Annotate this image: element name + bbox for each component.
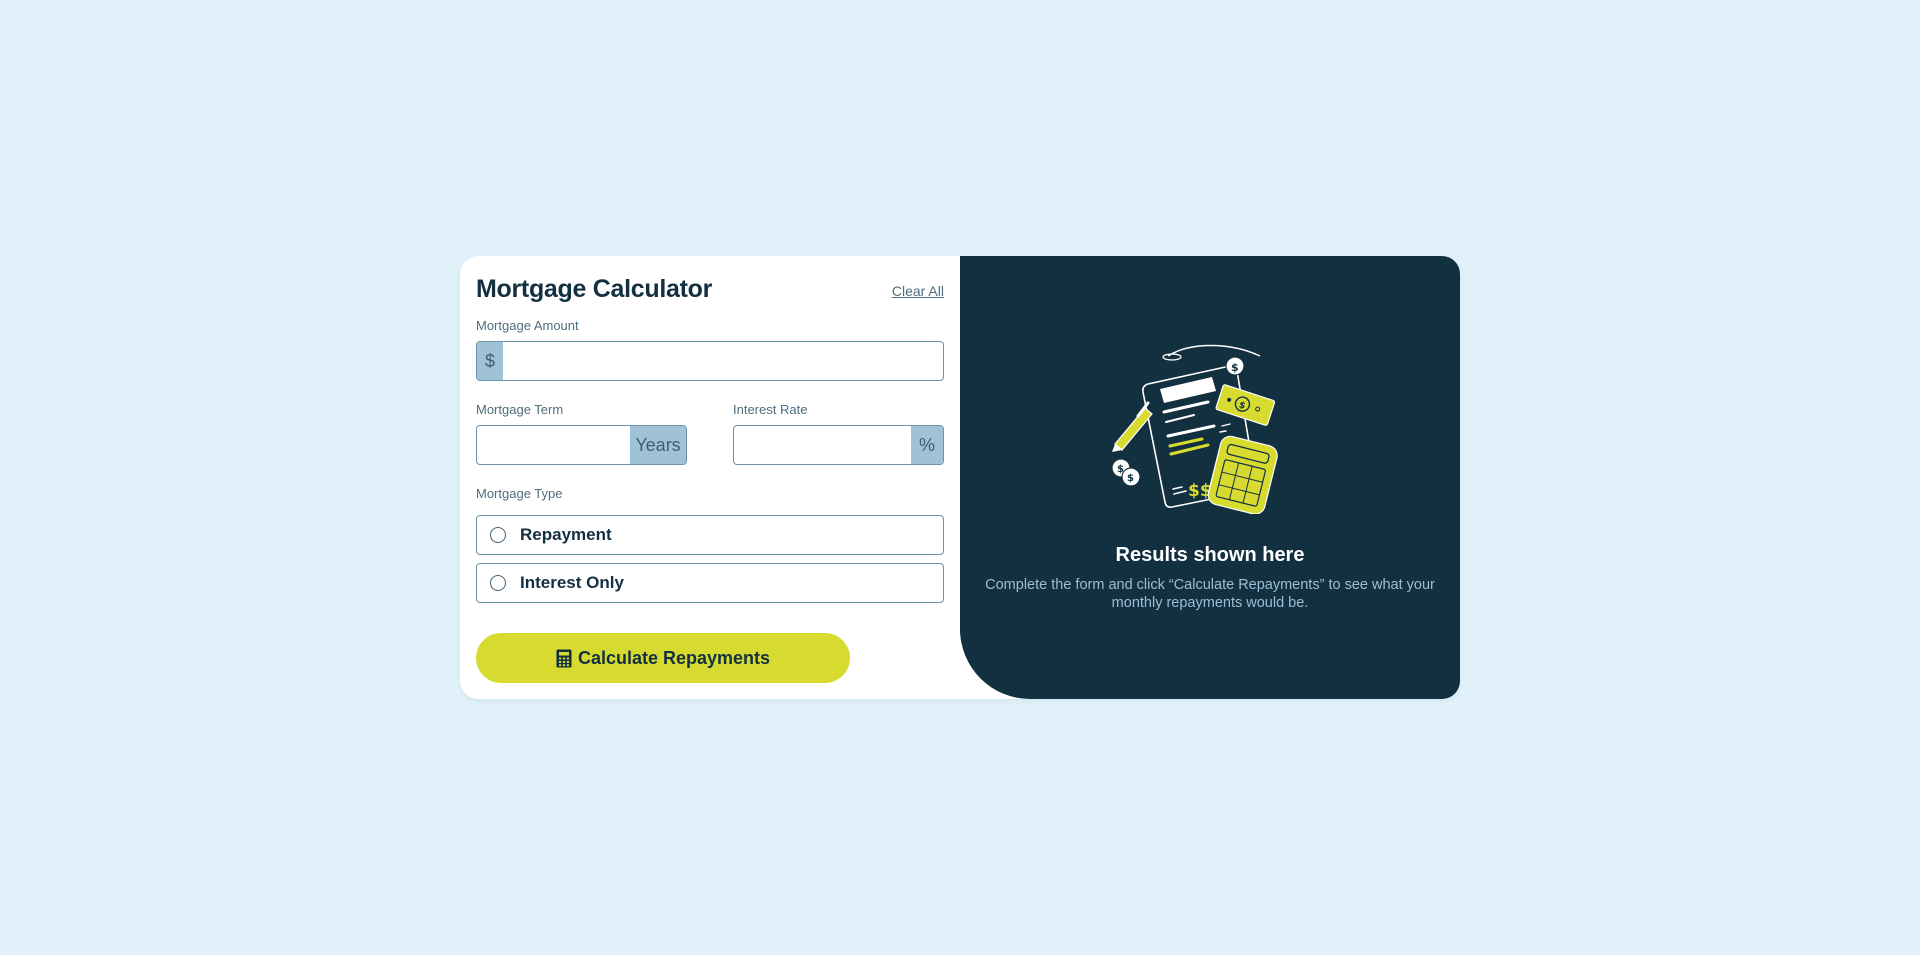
results-title: Results shown here	[1115, 544, 1305, 566]
mortgage-amount-field: Mortgage Amount $	[476, 318, 944, 381]
interest-rate-group: %	[733, 425, 944, 465]
mortgage-type-field: Mortgage Type Repayment Interest Only	[476, 486, 944, 611]
interest-rate-input[interactable]	[734, 426, 911, 464]
form-header: Mortgage Calculator Clear All	[476, 273, 944, 305]
mortgage-term-group: Years	[476, 425, 687, 465]
form-panel: Mortgage Calculator Clear All Mortgage A…	[460, 256, 960, 699]
mortgage-calculator-card: Mortgage Calculator Clear All Mortgage A…	[460, 256, 1460, 699]
mortgage-type-label: Mortgage Type	[476, 486, 563, 501]
calculate-repayments-label: Calculate Repayments	[577, 647, 771, 668]
dollar-prefix: $	[477, 342, 503, 380]
mortgage-term-field: Mortgage Term Years	[476, 402, 687, 465]
radio-repayment[interactable]: Repayment	[476, 515, 944, 555]
radio-interest-only[interactable]: Interest Only	[476, 563, 944, 603]
years-suffix: Years	[630, 426, 686, 464]
interest-rate-field: Interest Rate %	[733, 402, 944, 465]
clear-all-link[interactable]: Clear All	[892, 283, 944, 299]
calculate-repayments-button[interactable]: Calculate Repayments	[476, 633, 850, 683]
interest-rate-label: Interest Rate	[733, 402, 808, 417]
svg-text:$: $	[1231, 361, 1239, 374]
radio-repayment-label: Repayment	[520, 525, 612, 544]
results-panel: $$$ $ $ $ $ Results shown here Complete …	[960, 256, 1460, 699]
radio-interest-only-label: Interest Only	[520, 573, 624, 592]
mortgage-amount-group: $	[476, 341, 944, 381]
mortgage-amount-input[interactable]	[503, 342, 943, 380]
mortgage-amount-label: Mortgage Amount	[476, 318, 579, 333]
radio-circle-repayment[interactable]	[490, 527, 506, 543]
mortgage-term-input[interactable]	[477, 426, 630, 464]
results-description: Complete the form and click “Calculate R…	[985, 577, 1435, 611]
page-title: Mortgage Calculator	[476, 274, 712, 303]
svg-text:$: $	[1127, 473, 1134, 484]
radio-circle-interest-only[interactable]	[490, 575, 506, 591]
empty-results-illustration: $$$ $ $ $ $	[1111, 344, 1278, 514]
percent-suffix: %	[911, 426, 943, 464]
mortgage-term-label: Mortgage Term	[476, 402, 564, 417]
calculator-icon	[556, 649, 572, 668]
